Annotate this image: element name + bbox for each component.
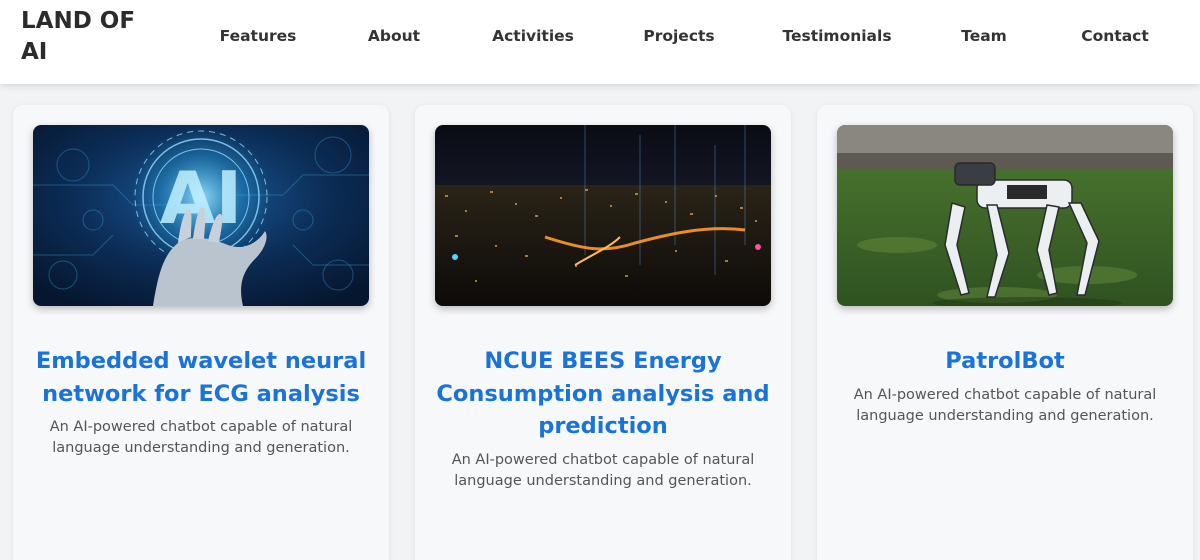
project-title[interactable]: NCUE BEES Energy Consumption analysis an…	[433, 345, 773, 443]
project-title[interactable]: PatrolBot	[835, 345, 1175, 378]
nav-link-about[interactable]: About	[368, 26, 420, 46]
nav-link-projects[interactable]: Projects	[643, 26, 714, 46]
project-title[interactable]: Embedded wavelet neural network for ECG …	[31, 345, 371, 410]
project-card: NCUE BEES Energy Consumption analysis an…	[415, 105, 791, 560]
night-city-skyline-image	[435, 125, 771, 306]
project-description: An AI-powered chatbot capable of natural…	[853, 387, 1157, 424]
project-description: An AI-powered chatbot capable of natural…	[451, 452, 755, 489]
site-logo[interactable]: LAND OF AI	[21, 6, 141, 68]
project-image-night-city	[435, 125, 771, 306]
nav-link-testimonials[interactable]: Testimonials	[782, 26, 891, 46]
project-image-robot-dog	[837, 125, 1173, 306]
nav-link-team[interactable]: Team	[961, 26, 1007, 46]
project-description: An AI-powered chatbot capable of natural…	[49, 419, 353, 456]
nav-link-contact[interactable]: Contact	[1081, 26, 1149, 46]
nav-link-features[interactable]: Features	[220, 26, 297, 46]
project-image-ai-hand: AI	[33, 125, 369, 306]
project-card: PatrolBot An AI-powered chatbot capable …	[817, 105, 1193, 560]
project-card: AI Embedded wavelet neural network for E…	[13, 105, 389, 560]
nav-link-activities[interactable]: Activities	[492, 26, 574, 46]
site-header: LAND OF AI Features About Activities Pro…	[0, 0, 1200, 84]
ai-hand-hologram-image: AI	[33, 125, 369, 306]
robot-dog-on-grass-image	[837, 125, 1173, 306]
